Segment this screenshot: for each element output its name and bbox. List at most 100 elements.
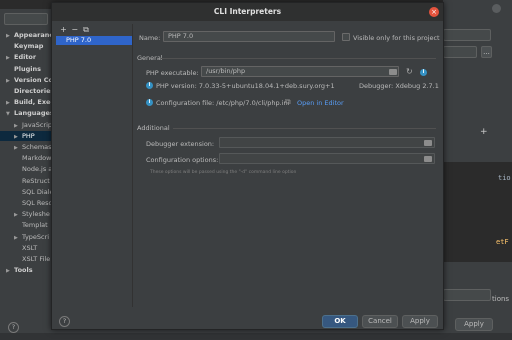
settings-tree-item[interactable]: ▼ Languages (6, 108, 54, 118)
copy-icon[interactable]: ⧉ (81, 25, 90, 35)
cli-interpreter-more-button[interactable]: ... (481, 46, 492, 58)
settings-tree-item[interactable]: ▶ TypeScri (14, 232, 49, 242)
settings-tree-label: Styleshe (22, 210, 50, 219)
cancel-button[interactable]: Cancel (362, 315, 398, 328)
settings-tree-item[interactable]: ReStruct (14, 176, 50, 186)
settings-tree-label: SQL Diale (22, 187, 54, 196)
background-tab-label: tions (492, 295, 510, 303)
settings-tree-label: Plugins (14, 64, 41, 73)
settings-tree-label: Schemas (22, 143, 52, 151)
settings-search-input[interactable] (4, 13, 48, 25)
remove-icon[interactable]: − (70, 25, 79, 35)
expand-arrow-icon[interactable]: ▶ (6, 76, 14, 86)
status-bar (0, 333, 512, 340)
settings-tree-item[interactable]: ▶ PHP (0, 130, 52, 142)
settings-tree-label: XSLT (22, 243, 38, 252)
apply-button[interactable]: Apply (402, 315, 438, 328)
settings-tree-item[interactable]: XSLT (14, 243, 37, 253)
cli-interpreter-dropdown[interactable] (443, 46, 477, 58)
interpreters-list-panel: + − ⧉ PHP 7.0 (56, 24, 133, 307)
language-level-dropdown[interactable] (443, 29, 491, 41)
config-options-expand-icon[interactable] (424, 156, 432, 162)
settings-tree-label: Directories (14, 87, 55, 95)
settings-tree-label: Editor (14, 53, 37, 62)
ok-button[interactable]: OK (322, 315, 358, 328)
help-icon[interactable]: ? (59, 316, 70, 327)
interpreter-details-panel: Name: PHP 7.0 Visible only for this proj… (137, 24, 440, 307)
settings-tree-item[interactable]: Node.js a (14, 164, 52, 174)
expand-arrow-icon[interactable]: ▶ (14, 233, 22, 243)
settings-tree-item[interactable]: ▶ Styleshe (14, 209, 50, 219)
debugger-text: Debugger: Xdebug 2.7.1 (359, 82, 439, 90)
settings-tree: ▶ Appearance Keymap ▶ Editor Plugins ▶ Version … (0, 30, 58, 292)
settings-tree-label: Build, Exec (14, 98, 55, 107)
settings-tree-item[interactable]: ▶ Tools (6, 265, 33, 275)
background-dropdown[interactable] (443, 289, 491, 301)
settings-tree-label: SQL Reso (22, 199, 53, 207)
settings-help-icon[interactable]: ? (8, 322, 19, 333)
config-options-input[interactable] (219, 153, 435, 164)
expand-arrow-icon[interactable]: ▶ (14, 132, 22, 142)
settings-tree-item[interactable]: ▶ Version Co (6, 75, 53, 85)
settings-tree-item[interactable]: Templat (14, 220, 48, 230)
expand-arrow-icon[interactable]: ▶ (14, 121, 22, 131)
settings-tree-item[interactable]: XSLT File (14, 254, 50, 264)
visible-only-checkbox[interactable] (342, 33, 350, 41)
add-icon[interactable]: + (59, 25, 68, 35)
name-label: Name: (139, 34, 161, 42)
php-version-info-icon: i (146, 82, 153, 89)
php-version-text: PHP version: 7.0.33-5+ubuntu18.04.1+deb.… (156, 82, 335, 90)
name-input[interactable]: PHP 7.0 (163, 31, 335, 42)
settings-tree-label: PHP (22, 131, 35, 140)
open-in-editor-link[interactable]: Open in Editor (297, 99, 344, 107)
dialog-title-bar: CLI Interpreters × (52, 3, 443, 21)
additional-section-label: Additional (137, 124, 170, 132)
debugger-extension-folder-icon[interactable] (424, 140, 432, 146)
settings-apply-button[interactable]: Apply (455, 318, 493, 331)
settings-tree-label: ReStruct (22, 176, 50, 185)
settings-tree-item[interactable]: Markdow (14, 153, 51, 163)
settings-tree-item[interactable]: Directories (6, 86, 54, 96)
settings-tree-item[interactable]: Keymap (6, 41, 43, 51)
php-info-icon[interactable]: i (420, 69, 427, 76)
expand-arrow-icon[interactable]: ▶ (6, 98, 14, 108)
settings-hint-icon (492, 4, 501, 13)
browse-folder-icon[interactable] (389, 69, 397, 75)
config-options-hint: These options will be passed using the "… (150, 170, 297, 175)
settings-tree-label: XSLT File (22, 255, 51, 263)
settings-tree-item[interactable]: ▶ JavaScrip (14, 120, 52, 130)
expand-arrow-icon[interactable]: ▼ (6, 109, 14, 119)
php-executable-input[interactable]: /usr/bin/php (201, 66, 399, 77)
expand-arrow-icon[interactable]: ▶ (6, 266, 14, 276)
settings-tree-label: Keymap (14, 42, 44, 51)
cli-interpreters-dialog: CLI Interpreters × + − ⧉ PHP 7.0 Name: P… (51, 2, 444, 330)
settings-tree-label: JavaScrip (22, 120, 53, 129)
expand-arrow-icon[interactable]: ▶ (6, 53, 14, 63)
interpreter-list-item[interactable]: PHP 7.0 (56, 36, 132, 45)
settings-tree-item[interactable]: ▶ Schemas (14, 142, 52, 152)
settings-tree-item[interactable]: ▶ Build, Exec (6, 97, 54, 107)
expand-arrow-icon[interactable]: ▶ (14, 143, 22, 153)
expand-arrow-icon[interactable]: ▶ (6, 31, 14, 41)
debugger-extension-input[interactable] (219, 137, 435, 148)
reload-icon[interactable]: ↻ (406, 67, 413, 76)
config-file-text: Configuration file: /etc/php/7.0/cli/php… (156, 99, 290, 107)
config-options-label: Configuration options: (146, 156, 219, 164)
settings-tree-item[interactable]: Plugins (6, 64, 41, 74)
settings-tree-label: Tools (14, 266, 33, 275)
interpreters-list-toolbar: + − ⧉ (59, 25, 90, 35)
include-path-add-icon[interactable]: + (480, 127, 488, 137)
settings-tree-label: TypeScri (22, 232, 50, 241)
general-section-label: General (137, 54, 163, 62)
additional-section-divider (173, 128, 436, 129)
settings-tree-item[interactable]: SQL Diale (14, 187, 54, 197)
settings-tree-item[interactable]: ▶ Editor (6, 52, 36, 62)
external-link-icon[interactable]: ⧉ (285, 97, 291, 107)
debugger-extension-label: Debugger extension: (146, 140, 215, 148)
settings-tree-label: Node.js a (22, 165, 53, 174)
settings-tree-item[interactable]: ▶ Appearance (6, 30, 58, 40)
general-section-divider (161, 58, 436, 59)
settings-tree-item[interactable]: SQL Reso (14, 198, 53, 208)
expand-arrow-icon[interactable]: ▶ (14, 210, 22, 220)
close-icon[interactable]: × (429, 7, 439, 17)
